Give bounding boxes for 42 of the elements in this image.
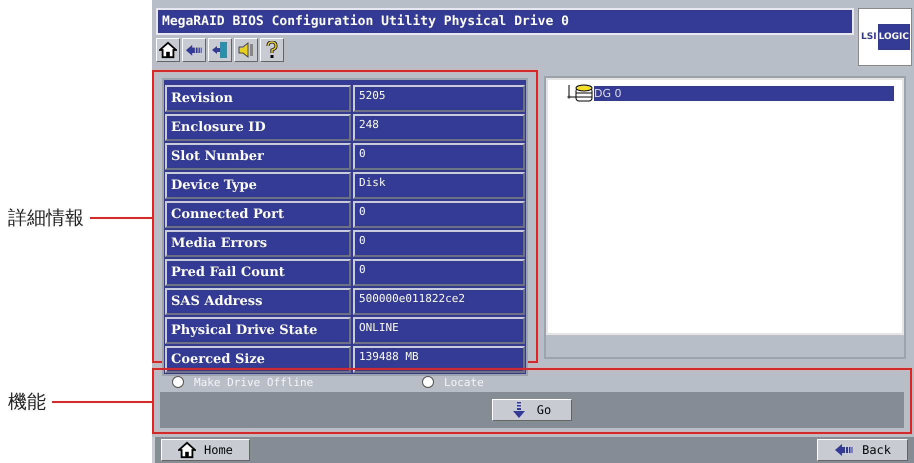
logo: LSI LOGIC <box>858 8 912 66</box>
back-arrow-icon <box>185 44 203 56</box>
back-button[interactable]: Back <box>817 439 908 461</box>
home-icon <box>159 41 177 59</box>
property-label: Pred Fail Count <box>165 259 351 286</box>
property-label: SAS Address <box>165 288 351 315</box>
speaker-icon <box>237 41 255 59</box>
home-button[interactable]: Home <box>161 439 250 461</box>
question-mark-icon <box>265 41 279 59</box>
property-label: Connected Port <box>165 201 351 228</box>
property-value: 248 <box>353 114 525 141</box>
property-value: 139488 MB <box>353 346 525 373</box>
disk-group-icon <box>566 84 594 102</box>
property-label: Media Errors <box>165 230 351 257</box>
help-button[interactable] <box>260 38 284 62</box>
tree-item[interactable]: DG 0 <box>594 86 894 100</box>
back-arrow-icon <box>834 443 854 457</box>
exit-door-icon <box>211 41 229 59</box>
property-label: Revision <box>165 85 351 112</box>
property-value: ONLINE <box>353 317 525 344</box>
property-value: 0 <box>353 201 525 228</box>
down-arrow-icon <box>512 402 525 418</box>
property-value: 5205 <box>353 85 525 112</box>
property-label: Physical Drive State <box>165 317 351 344</box>
home-button[interactable] <box>156 38 180 62</box>
property-value: 0 <box>353 230 525 257</box>
property-value: 500000e011822ce2 <box>353 288 525 315</box>
property-label: Device Type <box>165 172 351 199</box>
exit-button[interactable] <box>208 38 232 62</box>
window-title: MegaRAID BIOS Configuration Utility Physical Drive 0 <box>156 8 854 35</box>
home-icon <box>178 441 196 459</box>
property-value: Disk <box>353 172 525 199</box>
sound-button[interactable] <box>234 38 258 62</box>
property-value: 0 <box>353 259 525 286</box>
back-button[interactable] <box>182 38 206 62</box>
annotation-label: 機能 <box>7 390 46 415</box>
property-value: 0 <box>353 143 525 170</box>
annotation-label: 詳細情報 <box>7 206 84 230</box>
property-label: Enclosure ID <box>165 114 351 141</box>
property-label: Slot Number <box>165 143 351 170</box>
go-button[interactable]: Go <box>492 399 572 421</box>
property-label: Coerced Size <box>165 346 351 373</box>
